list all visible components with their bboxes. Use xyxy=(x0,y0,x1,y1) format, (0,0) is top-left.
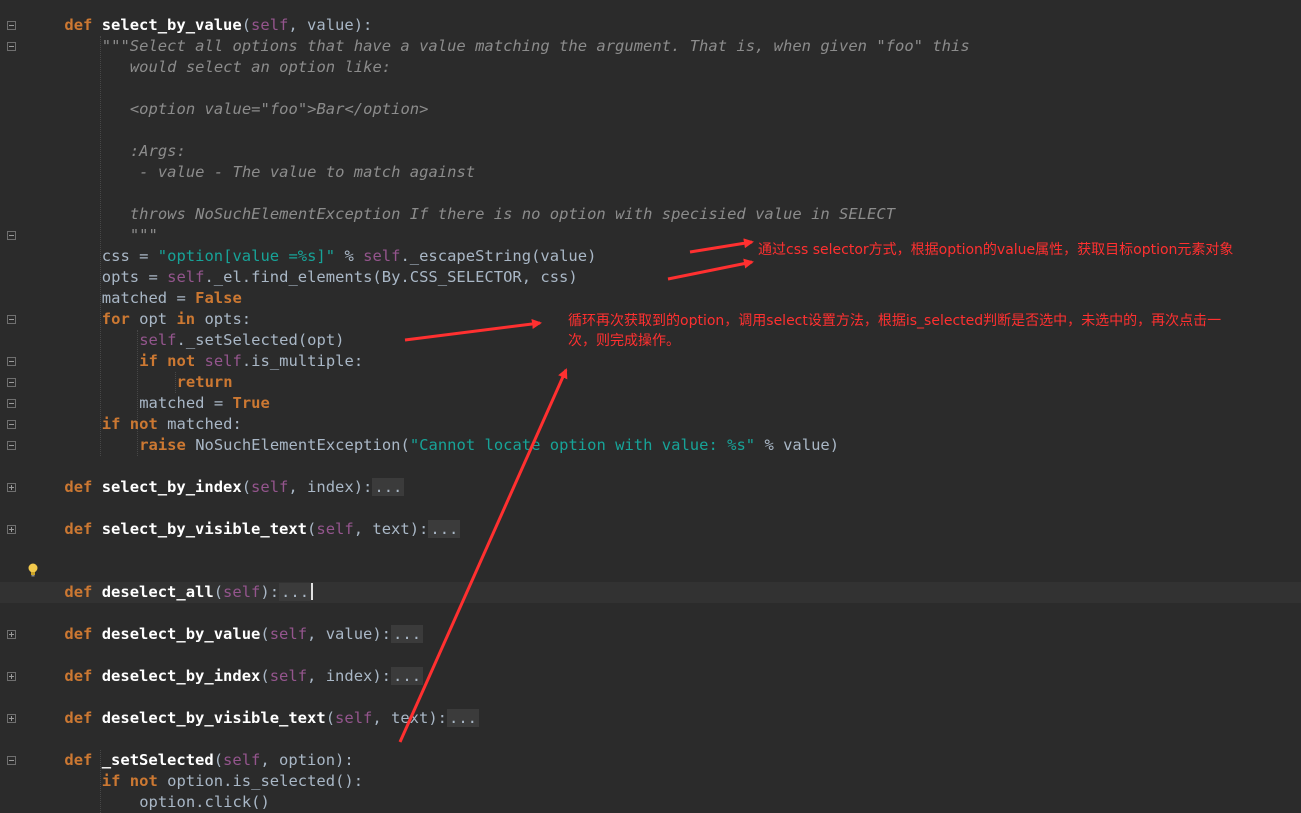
arrow-css-line xyxy=(689,238,754,254)
arrow-opts-line xyxy=(667,258,754,281)
arrow-setselected-def xyxy=(398,368,568,743)
annotation-arrows xyxy=(398,238,754,743)
arrow-setselected-line xyxy=(404,319,542,342)
